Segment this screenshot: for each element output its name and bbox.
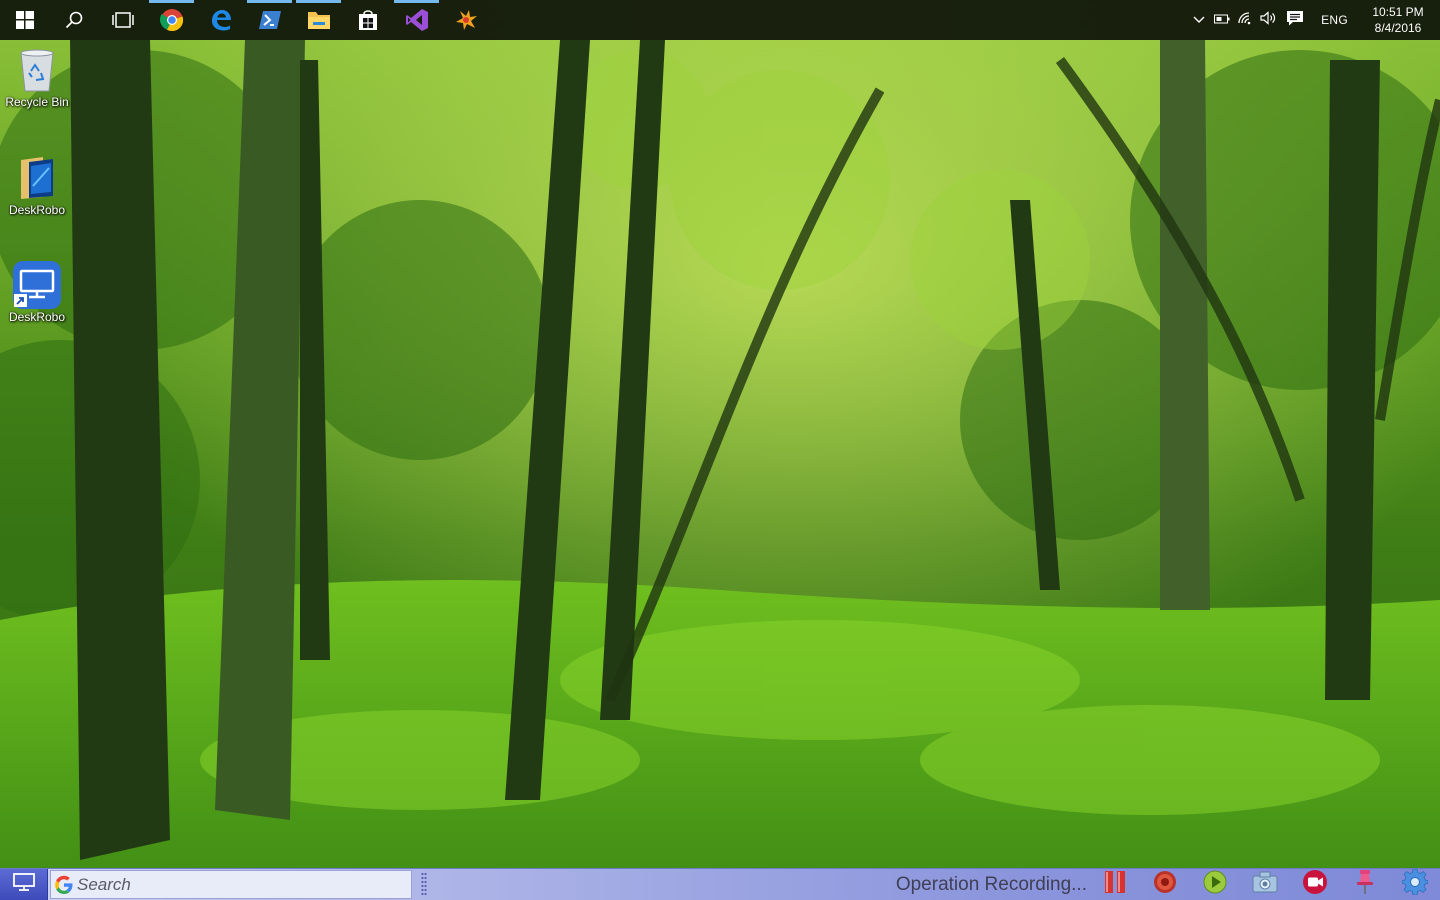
deskrobo-toolbar: Operation Recording...	[0, 868, 1440, 900]
volume-button[interactable]	[1256, 0, 1279, 40]
chevron-up-icon	[1193, 11, 1205, 29]
pause-button[interactable]	[1090, 869, 1140, 900]
desktop-icon-label: DeskRobo	[8, 203, 66, 217]
notifications-icon	[1286, 10, 1304, 31]
battery-button[interactable]	[1210, 0, 1233, 40]
show-hidden-icons-button[interactable]	[1187, 0, 1210, 40]
desktop-icon-deskrobo-folder[interactable]: DeskRobo	[0, 154, 74, 218]
powershell-taskbar-button[interactable]	[245, 0, 294, 40]
file-explorer-taskbar-button[interactable]	[294, 0, 343, 40]
folder-icon	[13, 154, 61, 202]
input-language-indicator[interactable]: ENG	[1311, 13, 1360, 27]
screenshot-button[interactable]	[1240, 869, 1290, 900]
settings-gear-icon	[1401, 868, 1429, 900]
clock-time: 10:51 PM	[1372, 5, 1424, 19]
desktop-icon-label: Recycle Bin	[5, 95, 69, 109]
google-logo-icon	[51, 875, 77, 895]
task-view-button[interactable]	[98, 0, 147, 40]
desktop-icon-recycle-bin[interactable]: Recycle Bin	[0, 46, 74, 110]
store-icon	[357, 9, 379, 31]
powershell-icon	[258, 9, 282, 31]
pin-button[interactable]	[1340, 869, 1390, 900]
speaker-icon	[1259, 10, 1276, 30]
desktop-wallpaper	[0, 0, 1440, 900]
record-button[interactable]	[1140, 869, 1190, 900]
system-tray: ENG 10:51 PM 8/4/2016	[1187, 0, 1440, 40]
video-record-button[interactable]	[1290, 869, 1340, 900]
chrome-taskbar-button[interactable]	[147, 0, 196, 40]
paint-splash-icon	[454, 8, 478, 32]
taskbar: ENG 10:51 PM 8/4/2016	[0, 0, 1440, 40]
record-icon	[1153, 870, 1177, 899]
settings-button[interactable]	[1390, 868, 1440, 900]
play-button[interactable]	[1190, 869, 1240, 900]
start-button[interactable]	[0, 0, 49, 40]
deskrobo-home-button[interactable]	[0, 869, 48, 900]
monitor-shortcut-icon	[13, 261, 61, 309]
video-record-icon	[1302, 869, 1328, 900]
desktop-icon-deskrobo-shortcut[interactable]: DeskRobo	[0, 261, 74, 325]
chrome-icon	[159, 8, 184, 32]
visual-studio-taskbar-button[interactable]	[392, 0, 441, 40]
search-input[interactable]	[77, 874, 397, 895]
monitor-icon	[12, 872, 36, 897]
desktop-icon-label: DeskRobo	[8, 310, 66, 324]
deskrobo-tool-buttons	[1090, 868, 1440, 900]
action-center-button[interactable]	[1279, 0, 1311, 40]
wifi-icon	[1237, 11, 1253, 30]
clock[interactable]: 10:51 PM 8/4/2016	[1360, 4, 1440, 36]
visual-studio-icon	[405, 8, 429, 32]
battery-icon	[1213, 11, 1230, 29]
camera-icon	[1252, 871, 1278, 898]
paint-app-taskbar-button[interactable]	[441, 0, 490, 40]
clock-date: 8/4/2016	[1374, 21, 1422, 35]
search-button[interactable]	[49, 0, 98, 40]
store-taskbar-button[interactable]	[343, 0, 392, 40]
recycle-bin-icon	[13, 46, 61, 94]
task-view-icon	[111, 12, 134, 28]
play-icon	[1203, 870, 1227, 899]
edge-icon	[209, 8, 233, 32]
pin-icon	[1354, 869, 1376, 900]
recording-status-text: Operation Recording...	[895, 873, 1087, 895]
google-search-box[interactable]	[50, 870, 412, 899]
windows-logo-icon	[15, 11, 34, 29]
network-button[interactable]	[1233, 0, 1256, 40]
pause-icon	[1103, 870, 1127, 899]
search-icon	[65, 11, 83, 29]
folder-icon	[307, 10, 331, 30]
edge-taskbar-button[interactable]	[196, 0, 245, 40]
drag-handle[interactable]	[421, 872, 427, 897]
